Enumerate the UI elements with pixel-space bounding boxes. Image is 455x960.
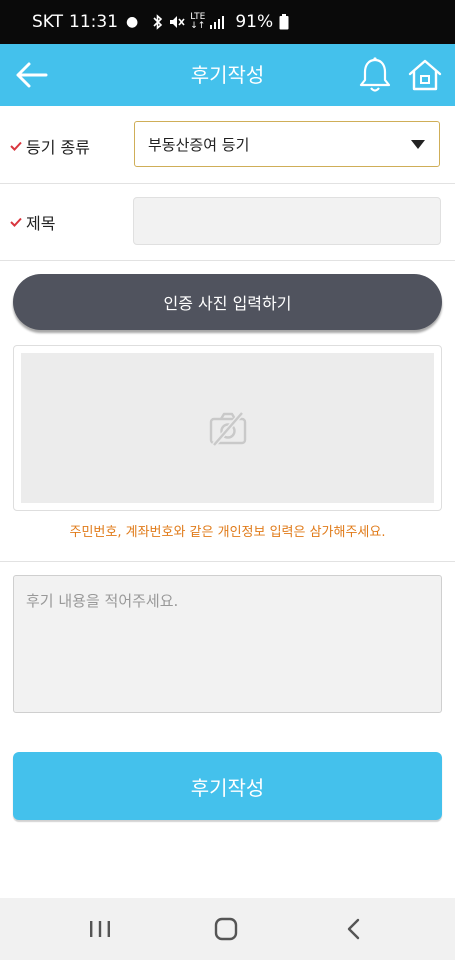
signal-icon (209, 15, 225, 29)
android-home-icon (214, 917, 238, 941)
home-icon (408, 59, 442, 91)
title-row: 제목 (0, 184, 455, 261)
review-content-textarea[interactable]: 후기 내용을 적어주세요. (13, 575, 442, 713)
registry-type-label: 등기 종류 (26, 138, 90, 157)
title-label-group: 제목 (10, 210, 55, 234)
status-bar: SKT 11:31 ● LTE ↓↑ 91% (0, 0, 455, 44)
app-header: 후기작성 (0, 44, 455, 106)
photo-preview-box[interactable] (13, 345, 442, 511)
data-arrows-icon: ↓↑ (190, 21, 206, 31)
bell-icon (359, 57, 391, 92)
required-check-icon (10, 141, 22, 151)
photo-placeholder (21, 353, 434, 503)
battery-percent: 91% (235, 12, 274, 32)
recent-apps-button[interactable] (86, 916, 114, 942)
privacy-warning: 주민번호, 계좌번호와 같은 개인정보 입력은 삼가해주세요. (69, 525, 386, 540)
android-back-button[interactable] (340, 916, 368, 942)
notifications-button[interactable] (357, 56, 393, 94)
bluetooth-icon (152, 14, 164, 30)
no-photo-icon (209, 411, 246, 447)
notification-dot: ● (126, 14, 139, 30)
dropdown-caret-icon (411, 140, 425, 149)
submit-review-button[interactable]: 후기작성 (13, 752, 442, 820)
registry-type-value: 부동산증여 등기 (148, 135, 250, 154)
recent-apps-icon (90, 921, 110, 937)
navigation-bar (0, 898, 455, 960)
section-divider (0, 561, 455, 562)
title-input[interactable] (133, 197, 441, 245)
mute-icon (168, 14, 186, 30)
android-back-icon (347, 918, 360, 940)
status-time: 11:31 (69, 12, 119, 32)
add-certification-photo-button[interactable]: 인증 사진 입력하기 (13, 274, 442, 330)
battery-icon (279, 14, 289, 30)
title-label: 제목 (26, 214, 56, 233)
required-check-icon (10, 217, 22, 227)
home-button[interactable] (406, 56, 444, 94)
android-home-button[interactable] (212, 916, 240, 942)
registry-type-select[interactable]: 부동산증여 등기 (134, 121, 440, 167)
registry-type-row: 등기 종류 부동산증여 등기 (0, 106, 455, 184)
registry-type-label-group: 등기 종류 (10, 134, 90, 158)
carrier-name: SKT (32, 12, 64, 32)
lte-icon: LTE ↓↑ (190, 13, 205, 31)
